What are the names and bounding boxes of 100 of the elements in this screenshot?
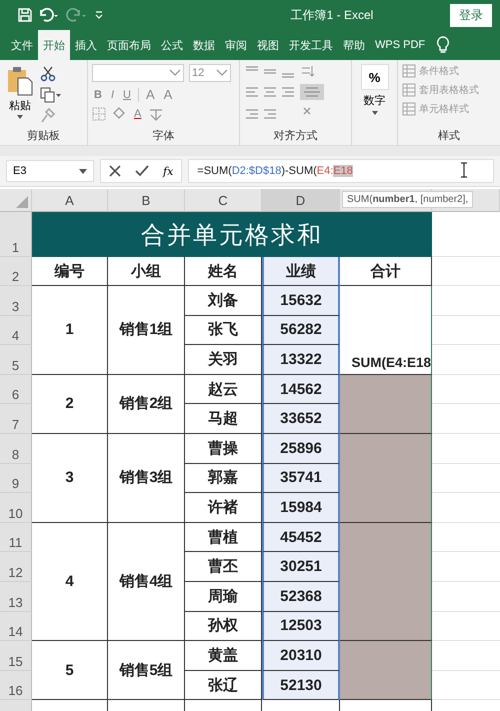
row-header[interactable]: 10 — [0, 493, 32, 523]
table-cell: 25896 — [262, 434, 340, 464]
table-cell: 52368 — [262, 582, 340, 612]
table-cell: 刘备 — [185, 286, 262, 316]
row-header[interactable]: 1 — [0, 212, 32, 257]
row-header[interactable]: 16 — [0, 670, 32, 700]
customize-caret-icon[interactable] — [94, 10, 104, 20]
table-cell: 2 — [32, 374, 108, 434]
number-format-button[interactable]: 数字 — [364, 93, 386, 108]
row-header[interactable]: 2 — [0, 257, 32, 286]
caret-icon[interactable] — [372, 111, 378, 115]
table-style-icon — [402, 64, 416, 78]
window-title: 工作簿1 - Excel — [290, 6, 374, 24]
ribbon-tab[interactable]: 文件 — [6, 30, 38, 60]
column-header[interactable]: D — [262, 189, 340, 212]
row-header[interactable]: 15 — [0, 641, 32, 671]
percent-button[interactable]: % — [360, 64, 388, 90]
table-cell: 5 — [32, 641, 108, 700]
check-icon[interactable] — [135, 165, 149, 177]
caret-icon — [216, 69, 228, 77]
format-painter-icon[interactable] — [40, 108, 56, 124]
copy-icon[interactable] — [40, 87, 62, 103]
table-cell: 销售5组 — [108, 641, 185, 700]
table-cell[interactable]: SUM(E4:E18 — [340, 286, 432, 375]
table-cell: 15984 — [262, 493, 340, 523]
fill-bucket-icon[interactable] — [111, 107, 127, 121]
format-button[interactable]: B — [92, 88, 104, 100]
column-header[interactable]: B — [108, 189, 185, 212]
table-cell: 销售1组 — [108, 286, 185, 375]
table-cell: 4 — [32, 522, 108, 642]
row-header[interactable]: 6 — [0, 374, 32, 404]
column-header[interactable]: C — [185, 189, 262, 212]
row-header[interactable]: 8 — [0, 434, 32, 464]
font-size-dropdown[interactable]: 12 — [189, 64, 231, 82]
header-cell: 合计 — [340, 257, 432, 286]
table-cell[interactable] — [340, 434, 432, 523]
row-header[interactable]: 11 — [0, 522, 32, 552]
row-header[interactable]: 3 — [0, 286, 32, 316]
ribbon-tab[interactable]: 开发工具 — [284, 30, 338, 60]
table-cell: 黄盖 — [185, 641, 262, 671]
row-header[interactable]: 9 — [0, 464, 32, 494]
caret-icon — [169, 69, 181, 77]
undo-icon[interactable] — [38, 8, 60, 22]
ribbon-tab[interactable]: WPS PDF — [370, 30, 430, 60]
column-header[interactable]: A — [32, 189, 108, 212]
ribbon-tab[interactable]: 数据 — [188, 30, 220, 60]
scissors-icon[interactable] — [40, 66, 56, 82]
table-cell[interactable] — [340, 522, 432, 642]
ribbon-tab[interactable]: 插入 — [70, 30, 102, 60]
format-button[interactable]: U — [121, 88, 133, 100]
ribbon-tab[interactable]: 页面布局 — [102, 30, 156, 60]
insert-function-button[interactable]: fx — [163, 164, 174, 178]
clipboard-icon — [6, 66, 34, 96]
ribbon-tab[interactable]: 开始 — [38, 30, 70, 60]
table-cell: 30251 — [262, 552, 340, 582]
row-header[interactable]: 7 — [0, 404, 32, 434]
borders-icon[interactable] — [92, 107, 106, 121]
format-button[interactable]: I — [108, 88, 116, 100]
caret-icon — [79, 168, 87, 174]
font-size-step-button[interactable]: A — [144, 87, 157, 102]
paste-button[interactable]: 粘贴 — [4, 64, 36, 127]
table-cell: 20310 — [262, 641, 340, 671]
save-icon[interactable] — [18, 8, 32, 22]
ribbon-tab[interactable]: 公式 — [156, 30, 188, 60]
caret-icon — [17, 115, 23, 119]
table-cell: 曹操 — [185, 434, 262, 464]
table-cell: 赵云 — [185, 374, 262, 404]
lightbulb-icon[interactable] — [436, 36, 450, 54]
table-cell[interactable] — [340, 374, 432, 434]
row-header[interactable]: 13 — [0, 582, 32, 612]
text-cursor-icon — [460, 162, 468, 178]
group-label: 对齐方式 — [274, 130, 318, 142]
table-cell[interactable] — [340, 641, 432, 700]
cancel-icon[interactable] — [109, 165, 121, 177]
table-cell: 33652 — [262, 404, 340, 434]
table-cell: 销售2组 — [108, 374, 185, 434]
table-cell: 15632 — [262, 286, 340, 316]
ribbon-tab[interactable]: 帮助 — [338, 30, 370, 60]
table-cell: 关羽 — [185, 345, 262, 375]
table-cell: 张飞 — [185, 316, 262, 346]
row-header[interactable]: 5 — [0, 345, 32, 375]
formula-input[interactable]: =SUM(D2:$D$18)-SUM(E4:E18 — [188, 159, 494, 183]
font-color-button[interactable]: A — [132, 108, 144, 120]
group-label: 剪贴板 — [27, 130, 60, 142]
table-cell: 3 — [32, 434, 108, 523]
row-header[interactable]: 4 — [0, 316, 32, 346]
select-all-icon[interactable] — [16, 196, 28, 208]
font-size-step-button[interactable]: A — [162, 87, 174, 102]
name-box[interactable]: E3 — [6, 160, 94, 182]
ribbon-tab[interactable]: 审阅 — [220, 30, 252, 60]
table-cell: 张辽 — [185, 670, 262, 700]
table-cell: 曹丕 — [185, 552, 262, 582]
table-cell: 56282 — [262, 316, 340, 346]
table-cell: 52130 — [262, 670, 340, 700]
row-header[interactable]: 14 — [0, 612, 32, 642]
font-name-dropdown[interactable] — [92, 64, 184, 82]
row-header[interactable]: 12 — [0, 552, 32, 582]
ribbon-tab[interactable]: 视图 — [252, 30, 284, 60]
phonetic-icon[interactable] — [148, 107, 164, 121]
sign-in-button[interactable]: 登录 — [450, 4, 492, 26]
